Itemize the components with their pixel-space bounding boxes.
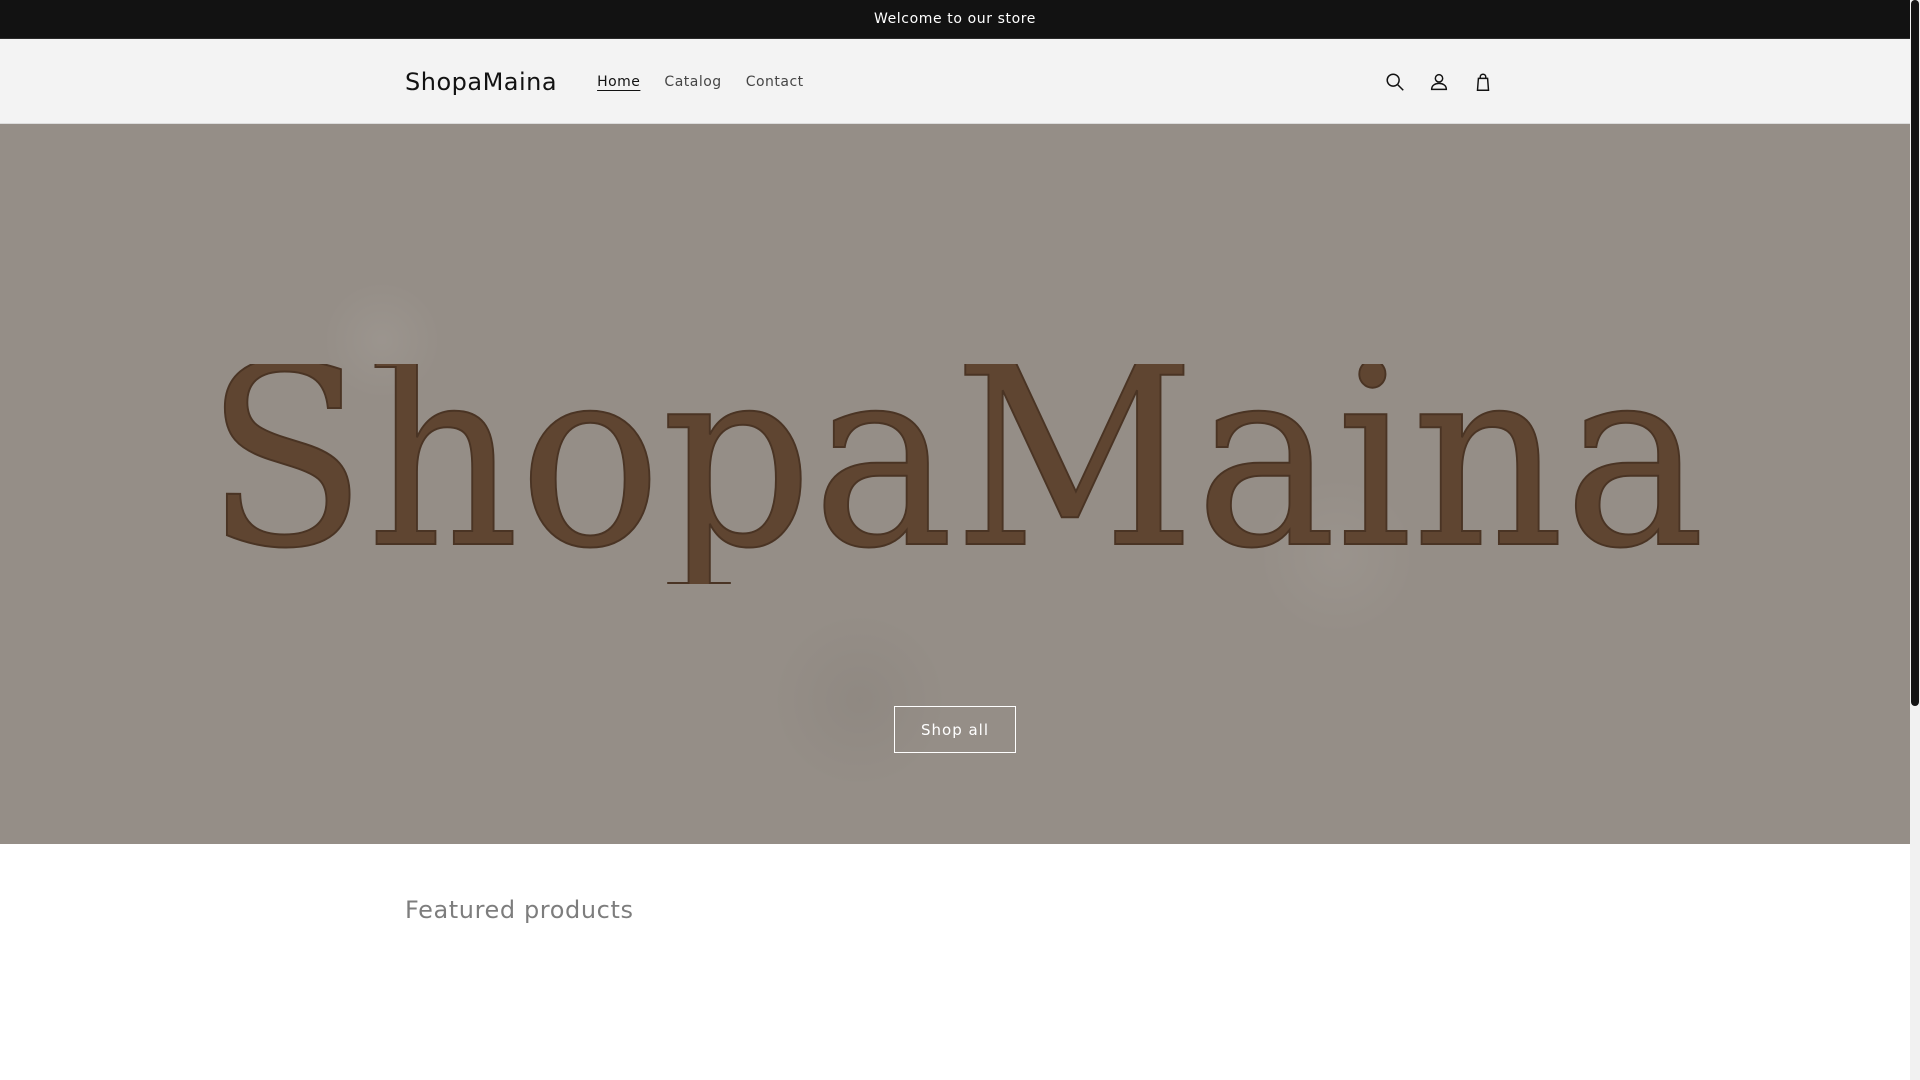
account-button[interactable]	[1417, 60, 1461, 104]
featured-products-section: Featured products	[0, 844, 1910, 1080]
page-scrollbar[interactable]	[1910, 0, 1920, 1080]
cart-button[interactable]	[1461, 60, 1505, 104]
announcement-text: Welcome to our store	[873, 11, 1037, 27]
search-icon	[1386, 72, 1404, 91]
nav-link-contact[interactable]: Contact	[734, 68, 816, 96]
cart-icon	[1476, 72, 1490, 91]
announcement-bar: Welcome to our store	[0, 0, 1910, 39]
nav-link-catalog[interactable]: Catalog	[652, 68, 733, 96]
account-icon	[1430, 73, 1448, 90]
main-nav: Home Catalog Contact	[585, 68, 816, 96]
header-inner: ShopaMaina Home Catalog Contact	[405, 39, 1505, 124]
shop-all-button[interactable]: Shop all	[894, 706, 1016, 753]
page: Welcome to our store ShopaMaina Home Cat…	[0, 0, 1920, 1080]
search-button[interactable]	[1373, 60, 1417, 104]
featured-products-title: Featured products	[405, 896, 634, 924]
site-header: ShopaMaina Home Catalog Contact	[0, 39, 1910, 124]
hero-banner: ShopaMaina Shop all	[0, 124, 1910, 844]
nav-link-home[interactable]: Home	[585, 68, 652, 96]
hero-logo-image: ShopaMaina	[204, 364, 1706, 584]
header-icons	[1373, 39, 1505, 124]
store-logo[interactable]: ShopaMaina	[405, 68, 557, 96]
scrollbar-thumb[interactable]	[1911, 0, 1919, 706]
hero-logo-text: ShopaMaina	[205, 364, 1705, 584]
